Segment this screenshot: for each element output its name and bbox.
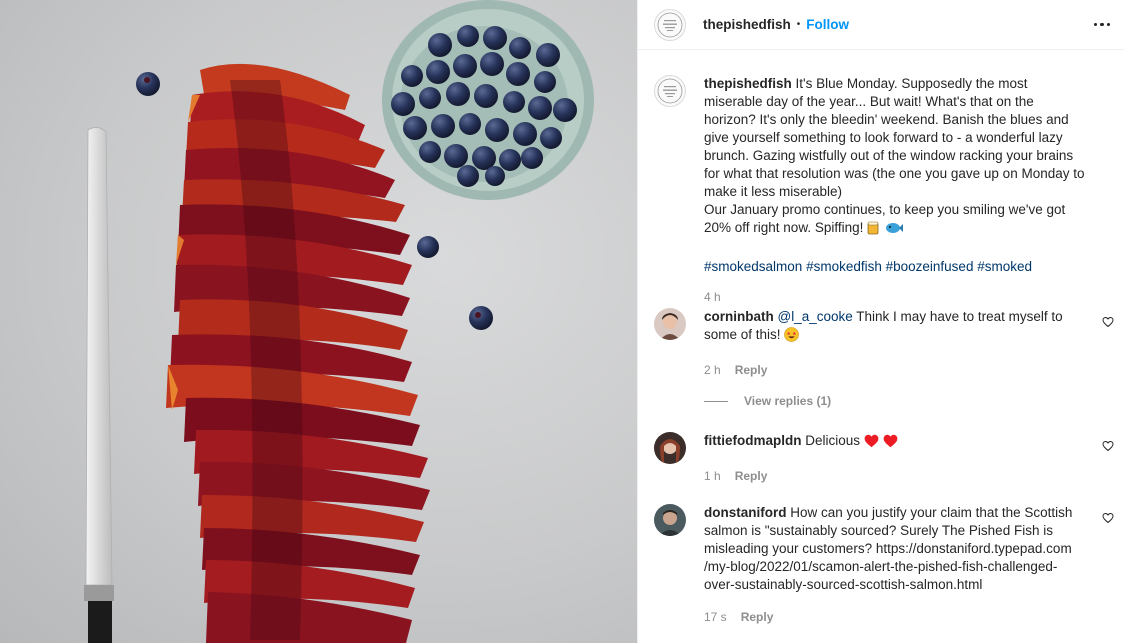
- comment-text-line: misleading your customers? https://donst…: [704, 541, 1072, 556]
- hashtag-link[interactable]: #boozeinfused: [886, 259, 974, 274]
- comment-text-line: /my-blog/2022/01/scamon-alert-the-pished…: [704, 559, 1058, 574]
- comment-meta: 17 s Reply: [704, 610, 1114, 624]
- comment-body: donstaniford How can you justify your cl…: [704, 504, 1088, 594]
- comment-text-line: How can you justify your claim that the …: [790, 505, 1073, 520]
- comment: fittiefodmapldn Delicious 1 h Reply: [654, 432, 1114, 483]
- like-heart-icon[interactable]: [1102, 440, 1114, 452]
- comment: donstaniford How can you justify your cl…: [654, 504, 1114, 624]
- author-username[interactable]: thepishedfish: [703, 17, 791, 32]
- pished-fish-logo: [657, 78, 683, 104]
- hashtag-link[interactable]: #smoked: [977, 259, 1032, 274]
- comment-time: 2 h: [704, 363, 721, 377]
- comment-time: 1 h: [704, 469, 721, 483]
- separator-dot: •: [796, 19, 801, 30]
- hashtag-link[interactable]: #smokedfish: [806, 259, 882, 274]
- comment: corninbath @l_a_cooke Think I may have t…: [654, 308, 1114, 377]
- comment-body: corninbath @l_a_cooke Think I may have t…: [704, 308, 1088, 347]
- post-side-panel: thepishedfish • Follow thepishedfish It'…: [637, 0, 1124, 643]
- comment-body: fittiefodmapldn Delicious: [704, 432, 1088, 453]
- mention-link[interactable]: @l_a_cooke: [778, 309, 853, 324]
- caption-body: thepishedfish It's Blue Monday. Supposed…: [704, 75, 1088, 276]
- commenter-avatar[interactable]: [654, 432, 686, 464]
- view-replies-button[interactable]: View replies (1): [704, 394, 831, 408]
- commenter-avatar[interactable]: [654, 308, 686, 340]
- caption-meta: 4 h: [704, 290, 1114, 304]
- replies-line: [704, 400, 728, 402]
- caption-text: It's Blue Monday. Supposedly the most mi…: [704, 76, 1085, 199]
- caption-time: 4 h: [704, 290, 721, 304]
- comment-username[interactable]: donstaniford: [704, 505, 787, 520]
- pished-fish-logo: [657, 12, 683, 37]
- post-photo[interactable]: [0, 0, 637, 643]
- fish-emoji-icon: [885, 221, 903, 240]
- comment-meta: 1 h Reply: [704, 469, 1114, 483]
- star-struck-emoji-icon: [784, 327, 800, 347]
- comment-text: Delicious: [805, 433, 861, 448]
- more-options-icon[interactable]: [1093, 17, 1110, 33]
- comment-text-line: over-sustainably-sourced-scottish-salmon…: [704, 577, 983, 592]
- instagram-post: thepishedfish • Follow thepishedfish It'…: [0, 0, 1124, 643]
- red-heart-emoji-icon: [883, 434, 898, 453]
- caption-avatar[interactable]: [654, 75, 686, 107]
- comment-username[interactable]: corninbath: [704, 309, 774, 324]
- follow-button[interactable]: Follow: [806, 17, 849, 32]
- red-heart-emoji-icon: [864, 434, 879, 453]
- comments-scroll-area[interactable]: thepishedfish It's Blue Monday. Supposed…: [638, 51, 1124, 643]
- reply-button[interactable]: Reply: [735, 363, 768, 377]
- salmon-blueberries-image: [84, 0, 594, 643]
- comment-meta: 2 h Reply: [704, 363, 1114, 377]
- view-replies-label: View replies (1): [744, 394, 832, 408]
- reply-button[interactable]: Reply: [741, 610, 774, 624]
- post-header: thepishedfish • Follow: [638, 0, 1124, 50]
- like-heart-icon[interactable]: [1102, 512, 1114, 524]
- comment-time: 17 s: [704, 610, 727, 624]
- author-avatar[interactable]: [654, 8, 686, 41]
- comment-text-line: salmon is "sustainably sourced? Surely T…: [704, 523, 1053, 538]
- reply-button[interactable]: Reply: [735, 469, 768, 483]
- like-heart-icon[interactable]: [1102, 316, 1114, 328]
- hashtags: #smokedsalmon #smokedfish #boozeinfused …: [704, 258, 1088, 276]
- beer-emoji-icon: [867, 220, 881, 240]
- caption-username[interactable]: thepishedfish: [704, 76, 792, 91]
- caption: thepishedfish It's Blue Monday. Supposed…: [654, 75, 1114, 304]
- comment-username[interactable]: fittiefodmapldn: [704, 433, 802, 448]
- commenter-avatar[interactable]: [654, 504, 686, 536]
- hashtag-link[interactable]: #smokedsalmon: [704, 259, 802, 274]
